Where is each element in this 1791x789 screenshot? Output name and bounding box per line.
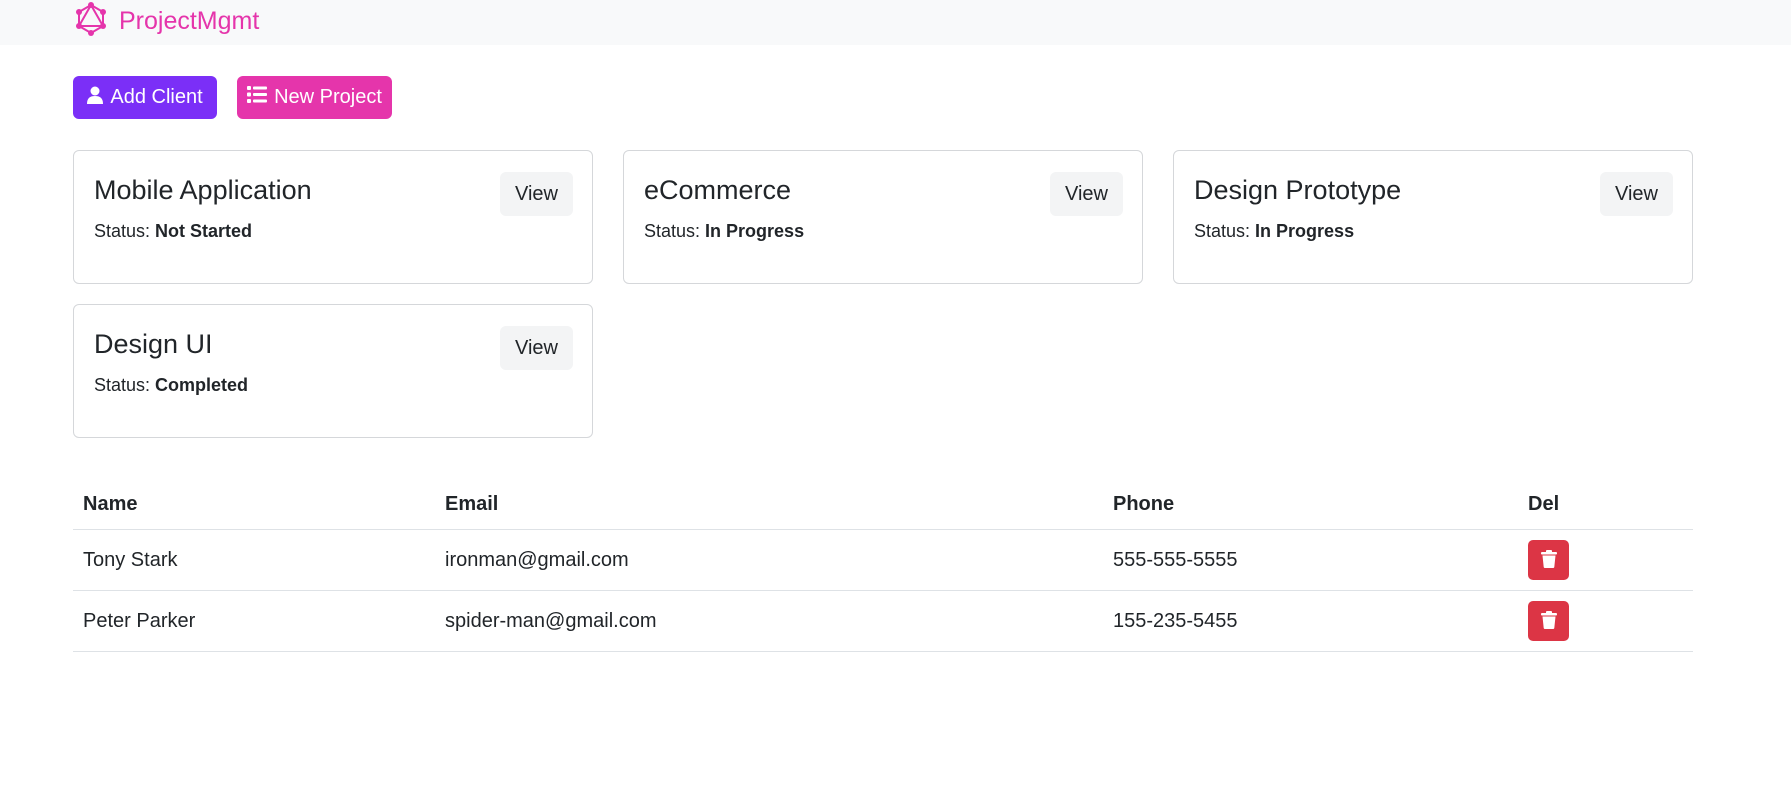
add-client-label: Add Client	[110, 86, 203, 108]
project-name: Mobile Application	[94, 175, 312, 205]
status-value: Completed	[155, 375, 249, 395]
view-project-button[interactable]: View	[500, 326, 573, 370]
project-card-design-prototype: Design Prototype Status: In Progress Vie…	[1173, 150, 1693, 284]
column-header-email: Email	[435, 479, 1103, 530]
project-name: eCommerce	[644, 175, 792, 205]
list-icon	[247, 86, 268, 109]
project-name: Design Prototype	[1194, 175, 1402, 205]
project-card-ecommerce: eCommerce Status: In Progress View	[623, 150, 1143, 284]
client-email: spider-man@gmail.com	[435, 590, 1103, 652]
new-project-button[interactable]: New Project	[237, 76, 392, 119]
brand-link[interactable]: ProjectMgmt	[73, 0, 259, 42]
table-row: Tony Stark ironman@gmail.com 555-555-555…	[73, 529, 1693, 591]
project-status: Status: In Progress	[644, 221, 804, 242]
project-status: Status: In Progress	[1194, 221, 1354, 242]
column-header-del: Del	[1518, 479, 1693, 530]
delete-client-button[interactable]	[1528, 601, 1569, 641]
status-value: In Progress	[1255, 221, 1355, 241]
new-project-label: New Project	[274, 86, 382, 108]
table-row: Peter Parker spider-man@gmail.com 155-23…	[73, 590, 1693, 652]
client-email: ironman@gmail.com	[435, 529, 1103, 591]
status-label: Status:	[1194, 221, 1251, 241]
add-client-button[interactable]: Add Client	[73, 76, 217, 119]
status-value: In Progress	[705, 221, 805, 241]
client-name: Peter Parker	[73, 590, 435, 652]
user-icon	[87, 86, 104, 110]
client-phone: 555-555-5555	[1103, 529, 1518, 591]
view-project-button[interactable]: View	[1050, 172, 1123, 216]
brand-name: ProjectMgmt	[119, 6, 260, 35]
project-card-mobile-application: Mobile Application Status: Not Started V…	[73, 150, 593, 284]
status-value: Not Started	[155, 221, 253, 241]
view-project-button[interactable]: View	[1600, 172, 1673, 216]
status-label: Status:	[644, 221, 701, 241]
project-name: Design UI	[94, 329, 213, 359]
navbar: ProjectMgmt	[0, 0, 1791, 45]
client-phone: 155-235-5455	[1103, 590, 1518, 652]
status-label: Status:	[94, 221, 151, 241]
column-header-phone: Phone	[1103, 479, 1518, 530]
client-delete-cell	[1518, 529, 1693, 591]
table-header-row: Name Email Phone Del	[73, 479, 1693, 530]
project-status: Status: Not Started	[94, 221, 252, 242]
status-label: Status:	[94, 375, 151, 395]
graphql-logo-icon	[73, 1, 109, 42]
project-card-design-ui: Design UI Status: Completed View	[73, 304, 593, 438]
view-project-button[interactable]: View	[500, 172, 573, 216]
project-status: Status: Completed	[94, 375, 248, 396]
clients-table-container: Name Email Phone Del Tony Stark ironman@…	[73, 479, 1693, 652]
column-header-name: Name	[73, 479, 435, 530]
trash-icon	[1540, 549, 1557, 571]
delete-client-button[interactable]	[1528, 540, 1569, 580]
client-delete-cell	[1518, 590, 1693, 652]
client-name: Tony Stark	[73, 529, 435, 591]
clients-table: Name Email Phone Del Tony Stark ironman@…	[73, 479, 1693, 652]
trash-icon	[1540, 610, 1557, 632]
